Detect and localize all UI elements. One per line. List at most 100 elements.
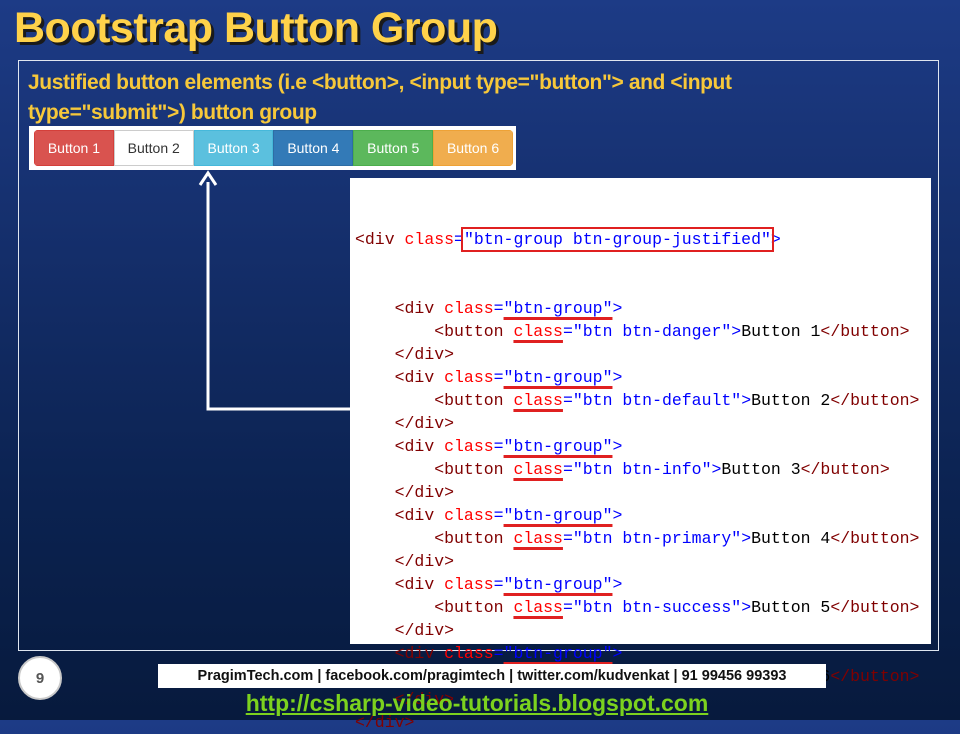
code-button-text: Button 5 — [751, 598, 831, 617]
code-eq: = — [493, 437, 504, 456]
button-group-demo-panel: Button 1 Button 2 Button 3 Button 4 Butt… — [29, 126, 516, 170]
code-attr: class — [444, 368, 494, 387]
code-inner-class-value: "btn-group" — [503, 644, 613, 663]
code-gt: > — [741, 391, 752, 410]
code-tag: <button — [434, 529, 514, 548]
code-button-class-value: "btn btn-info" — [572, 460, 712, 479]
code-gt: > — [741, 598, 752, 617]
code-eq: = — [562, 391, 573, 410]
code-eq: = — [454, 230, 464, 249]
code-attr: class — [404, 230, 455, 249]
code-tag: </button> — [830, 529, 920, 548]
code-tag: <div — [394, 575, 445, 594]
code-gt: > — [612, 368, 623, 387]
code-eq: = — [562, 529, 573, 548]
code-eq: = — [493, 368, 504, 387]
code-line-inner-close: </div> — [355, 619, 919, 642]
code-inner-class-value: "btn-group" — [503, 437, 613, 456]
code-tag: <div — [394, 506, 445, 525]
code-line-inner-close: </div> — [355, 550, 919, 573]
code-line-inner-open: <div class="btn-group"> — [355, 435, 919, 458]
code-tag: <div — [394, 299, 445, 318]
code-line-inner-open: <div class="btn-group"> — [355, 504, 919, 527]
code-tag: <div — [394, 368, 445, 387]
code-tag: <button — [434, 391, 514, 410]
code-tag: <div — [355, 230, 405, 249]
code-tag: </div> — [394, 345, 455, 364]
code-line-button: <button class="btn btn-danger">Button 1<… — [355, 320, 919, 343]
code-inner-class-value: "btn-group" — [503, 506, 613, 525]
code-outer-class-value: "btn-group btn-group-justified" — [460, 227, 774, 252]
code-line-button: <button class="btn btn-info">Button 3</b… — [355, 458, 919, 481]
code-tag: </button> — [830, 667, 920, 686]
code-button-text: Button 3 — [721, 460, 801, 479]
page-number-badge: 9 — [18, 656, 62, 700]
code-eq: = — [493, 299, 504, 318]
code-tag: </button> — [830, 598, 920, 617]
code-eq: = — [562, 598, 573, 617]
code-eq: = — [493, 644, 504, 663]
code-inner-class-value: "btn-group" — [503, 368, 613, 387]
code-button-class-value: "btn btn-success" — [572, 598, 742, 617]
code-line-inner-close: </div> — [355, 481, 919, 504]
code-line-button: <button class="btn btn-default">Button 2… — [355, 389, 919, 412]
code-button-text: Button 2 — [751, 391, 831, 410]
footer-contact-bar: PragimTech.com | facebook.com/pragimtech… — [158, 664, 826, 688]
code-inner-class-value: "btn-group" — [503, 299, 613, 318]
code-attr: class — [444, 575, 494, 594]
code-line-outer-open: <div class="btn-group btn-group-justifie… — [355, 227, 919, 252]
code-tag: </button> — [800, 460, 890, 479]
code-line-inner-open: <div class="btn-group"> — [355, 642, 919, 665]
code-button-class-value: "btn btn-danger" — [572, 322, 732, 341]
button-3[interactable]: Button 3 — [193, 130, 274, 166]
code-button-text: Button 4 — [751, 529, 831, 548]
code-line-inner-close: </div> — [355, 412, 919, 435]
button-5[interactable]: Button 5 — [353, 130, 434, 166]
code-tag: </div> — [394, 552, 455, 571]
code-attr: class — [444, 506, 494, 525]
justified-button-group: Button 1 Button 2 Button 3 Button 4 Butt… — [34, 130, 513, 166]
code-attr: class — [444, 299, 494, 318]
code-gt: > — [612, 299, 623, 318]
code-line-inner-open: <div class="btn-group"> — [355, 297, 919, 320]
code-button-class-value: "btn btn-default" — [572, 391, 742, 410]
code-gt: > — [711, 460, 722, 479]
slide-title: Bootstrap Button Group — [14, 4, 498, 52]
code-eq: = — [562, 460, 573, 479]
code-tag: <button — [434, 460, 514, 479]
code-gt: > — [612, 506, 623, 525]
footer-url-link[interactable]: http://csharp-video-tutorials.blogspot.c… — [233, 690, 721, 717]
code-tag: <div — [394, 644, 445, 663]
code-eq: = — [562, 322, 573, 341]
code-gt: > — [612, 575, 623, 594]
code-tag: </button> — [820, 322, 910, 341]
code-line-inner-open: <div class="btn-group"> — [355, 573, 919, 596]
code-attr: class — [513, 598, 563, 617]
code-gt: > — [612, 437, 623, 456]
code-tag: <div — [394, 437, 445, 456]
code-line-inner-open: <div class="btn-group"> — [355, 366, 919, 389]
code-eq: = — [493, 575, 504, 594]
code-gt: > — [731, 322, 742, 341]
code-attr: class — [513, 460, 563, 479]
code-tag: </div> — [394, 414, 455, 433]
code-eq: = — [493, 506, 504, 525]
code-attr: class — [444, 644, 494, 663]
slide-subtitle: Justified button elements (i.e <button>,… — [28, 71, 732, 124]
button-4[interactable]: Button 4 — [273, 130, 354, 166]
code-attr: class — [513, 322, 563, 341]
code-tag: </button> — [830, 391, 920, 410]
button-2[interactable]: Button 2 — [113, 130, 194, 166]
code-attr: class — [513, 391, 563, 410]
code-attr: class — [513, 529, 563, 548]
code-attr: class — [444, 437, 494, 456]
code-block: <div class="btn-group btn-group-justifie… — [355, 182, 919, 734]
button-1[interactable]: Button 1 — [34, 130, 114, 166]
code-line-button: <button class="btn btn-success">Button 5… — [355, 596, 919, 619]
code-sample-panel: <div class="btn-group btn-group-justifie… — [350, 178, 931, 732]
code-line-inner-close: </div> — [355, 343, 919, 366]
code-gt: > — [770, 230, 781, 249]
code-tag: <button — [434, 322, 514, 341]
button-6[interactable]: Button 6 — [433, 130, 513, 166]
code-button-class-value: "btn btn-primary" — [572, 529, 742, 548]
